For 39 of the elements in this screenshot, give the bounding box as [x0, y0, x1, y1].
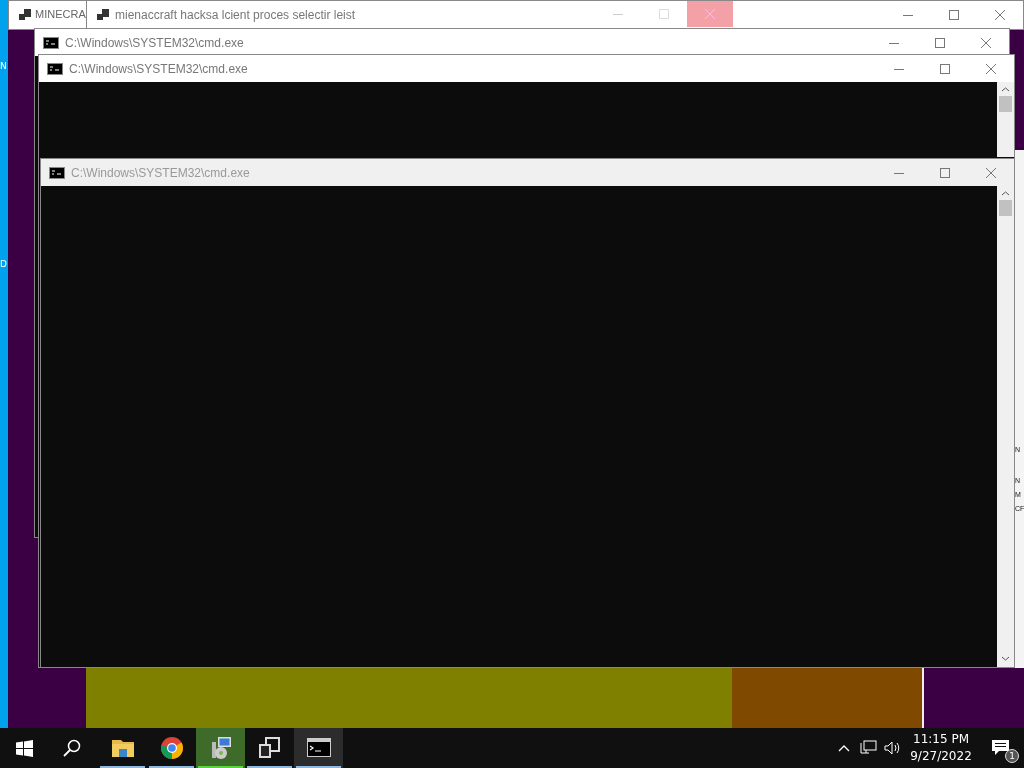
- window-title: C:\Windows\SYSTEM32\cmd.exe: [65, 34, 244, 52]
- close-icon: [981, 37, 991, 48]
- close-icon: [705, 9, 715, 19]
- taskbar-app[interactable]: [294, 728, 343, 768]
- clock-date: 9/27/2022: [910, 748, 972, 765]
- notification-badge: 1: [1005, 749, 1019, 763]
- close-icon: [986, 63, 996, 74]
- maximize-icon: [935, 37, 945, 48]
- window-title: C:\Windows\SYSTEM32\cmd.exe: [69, 60, 248, 78]
- window-title: C:\Windows\SYSTEM32\cmd.exe: [71, 164, 250, 182]
- chrome-logo-icon: [159, 736, 184, 760]
- search-icon: [63, 739, 81, 757]
- edge-text: D: [0, 258, 7, 271]
- edge-text: N: [0, 60, 7, 73]
- clock[interactable]: 11:15 PM 9/27/2022: [904, 728, 978, 768]
- maximize-icon: [659, 9, 669, 19]
- windows-icon: [15, 739, 33, 757]
- maximize-icon: [949, 9, 959, 20]
- speaker-icon: [884, 740, 900, 756]
- console-icon: [306, 736, 331, 760]
- message-icon: [991, 739, 1011, 757]
- close-icon: [995, 9, 1005, 20]
- maximize-icon: [940, 167, 950, 178]
- window-title: mienaccraft hacksa lcient proces selectir leist: [115, 6, 356, 24]
- app-icon: [19, 8, 31, 21]
- network-icon: [859, 740, 877, 756]
- window-title: MINECRA: [35, 7, 86, 23]
- scrollbar[interactable]: [997, 82, 1014, 157]
- console-icon: [47, 62, 63, 75]
- console-icon: [49, 166, 65, 179]
- console-icon: [43, 36, 59, 49]
- close-icon: [986, 167, 996, 178]
- maximize-icon: [940, 63, 950, 74]
- scrollbar[interactable]: [997, 186, 1014, 667]
- overlapping-squares-icon: [257, 736, 282, 760]
- clock-time: 11:15 PM: [912, 731, 970, 748]
- caret-up-icon: [838, 744, 850, 752]
- app-icon: [97, 8, 109, 21]
- notifications-button[interactable]: 1: [978, 728, 1024, 768]
